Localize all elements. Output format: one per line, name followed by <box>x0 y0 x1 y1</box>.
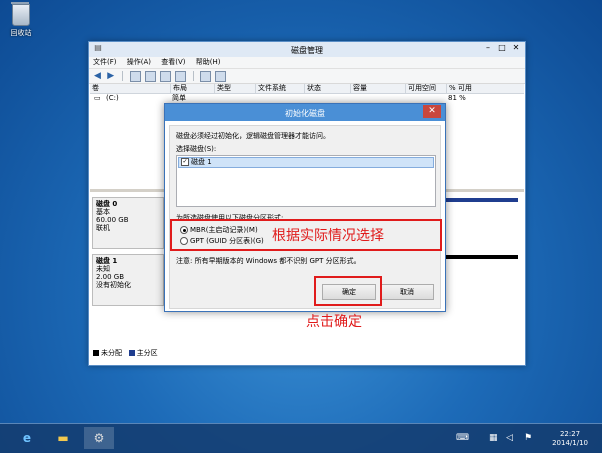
maximize-button[interactable]: □ <box>495 42 509 54</box>
legend-swatch-primary <box>128 350 135 356</box>
menu-action[interactable]: 操作(A) <box>127 57 151 68</box>
close-button[interactable]: ✕ <box>509 42 523 54</box>
recycle-bin-icon <box>11 2 30 26</box>
column-free-space[interactable]: 可用空间 <box>405 84 436 93</box>
gpt-note: 注意: 所有早期版本的 Windows 都不识别 GPT 分区形式。 <box>176 257 361 265</box>
volume-list-header: 卷 布局 类型 文件系统 状态 容量 可用空间 % 可用 <box>90 84 524 94</box>
dialog-titlebar: 初始化磁盘 ✕ <box>165 104 445 121</box>
forward-arrow-icon[interactable]: ▶ <box>107 71 116 81</box>
disk-0-status: 联机 <box>96 224 110 232</box>
check-icon[interactable] <box>215 71 227 82</box>
select-disk-label: 选择磁盘(S): <box>176 145 217 153</box>
drive-icon: ▭ <box>94 94 101 102</box>
disk-1-info[interactable]: 磁盘 1 未知 2.00 GB 没有初始化 <box>92 254 164 306</box>
legend-label-unallocated: 未分配 <box>101 349 122 357</box>
menu-help[interactable]: 帮助(H) <box>196 57 221 68</box>
column-filesystem[interactable]: 文件系统 <box>255 84 286 93</box>
annotation-click-ok: 点击确定 <box>306 314 362 330</box>
column-capacity[interactable]: 容量 <box>350 84 367 93</box>
column-type[interactable]: 类型 <box>214 84 231 93</box>
annotation-choose: 根据实际情况选择 <box>272 228 384 244</box>
initialize-disk-dialog: 初始化磁盘 ✕ 磁盘必须经过初始化，逻辑磁盘管理器才能访问。 选择磁盘(S): … <box>164 103 446 312</box>
disk-0-info[interactable]: 磁盘 0 基本 60.00 GB 联机 <box>92 197 164 249</box>
keyboard-icon[interactable]: ⌨ <box>456 433 469 443</box>
action-center-icon[interactable]: ⚑ <box>524 433 532 443</box>
taskbar: e ▬ ⚙ ⌨ ▦ ◁ ⚑ 22:27 2014/1/10 <box>0 423 602 453</box>
column-volume[interactable]: 卷 <box>90 84 99 93</box>
clock-time: 22:27 <box>559 430 581 438</box>
annotation-box-ok <box>314 276 382 306</box>
dialog-body: 磁盘必须经过初始化，逻辑磁盘管理器才能访问。 选择磁盘(S): ✓ 磁盘 1 为所… <box>169 125 441 309</box>
volume-name: (C:) <box>106 94 119 102</box>
legend-label-primary: 主分区 <box>136 349 158 357</box>
disk-1-size: 2.00 GB <box>96 273 125 281</box>
disk-list-item-label: 磁盘 1 <box>191 158 212 166</box>
column-status[interactable]: 状态 <box>304 84 321 93</box>
window-title: 磁盘管理 <box>291 46 323 55</box>
column-layout[interactable]: 布局 <box>170 84 187 93</box>
legend-swatch-unallocated <box>93 350 99 356</box>
dialog-title: 初始化磁盘 <box>285 109 325 118</box>
toolbar-separator <box>192 71 194 81</box>
server-manager-icon[interactable]: ⚙ <box>84 427 114 449</box>
disk-list-item[interactable]: ✓ 磁盘 1 <box>178 157 434 168</box>
volume-row[interactable]: ▭ (C:) 简单 81 % <box>90 94 524 103</box>
cancel-button[interactable]: 取消 <box>380 284 434 300</box>
network-icon[interactable]: ▦ <box>489 433 498 443</box>
menu-bar: 文件(F) 操作(A) 查看(V) 帮助(H) <box>89 57 525 69</box>
column-percent-free[interactable]: % 可用 <box>446 84 472 93</box>
recycle-bin[interactable]: 回收站 <box>4 2 38 38</box>
help-icon[interactable] <box>144 71 156 82</box>
window-titlebar: ▤ 磁盘管理 – □ ✕ <box>89 42 525 57</box>
disk-1-status: 没有初始化 <box>96 281 131 289</box>
clock-date: 2014/1/10 <box>552 439 588 447</box>
minimize-button[interactable]: – <box>481 42 495 54</box>
menu-file[interactable]: 文件(F) <box>93 57 117 68</box>
menu-view[interactable]: 查看(V) <box>161 57 185 68</box>
refresh-icon[interactable] <box>199 71 211 82</box>
toolbar-separator <box>122 71 124 81</box>
recycle-bin-label: 回收站 <box>10 29 32 37</box>
disk-0-type: 基本 <box>96 208 110 216</box>
file-explorer-icon[interactable]: ▬ <box>48 427 78 449</box>
toolbar: ◀ ▶ <box>89 69 525 84</box>
back-arrow-icon[interactable]: ◀ <box>94 71 103 81</box>
disk-0-size: 60.00 GB <box>96 216 129 224</box>
show-pane-icon[interactable] <box>175 71 187 82</box>
volume-percent-free: 81 % <box>448 94 466 102</box>
checkbox-checked-icon[interactable]: ✓ <box>181 158 189 166</box>
dialog-close-button[interactable]: ✕ <box>423 105 441 118</box>
disk-0-name: 磁盘 0 <box>96 200 118 208</box>
disk-listbox[interactable]: ✓ 磁盘 1 <box>176 155 436 207</box>
properties-icon[interactable] <box>160 71 172 82</box>
volume-icon[interactable]: ◁ <box>506 433 513 443</box>
internet-explorer-icon[interactable]: e <box>12 427 42 449</box>
disk-1-name: 磁盘 1 <box>96 257 118 265</box>
legend: 未分配 主分区 <box>93 349 158 358</box>
console-tree-icon[interactable] <box>129 71 141 82</box>
volume-layout: 简单 <box>172 94 186 102</box>
disk-1-type: 未知 <box>96 265 110 273</box>
dialog-intro: 磁盘必须经过初始化，逻辑磁盘管理器才能访问。 <box>176 132 330 140</box>
taskbar-clock[interactable]: 22:27 2014/1/10 <box>552 430 588 448</box>
